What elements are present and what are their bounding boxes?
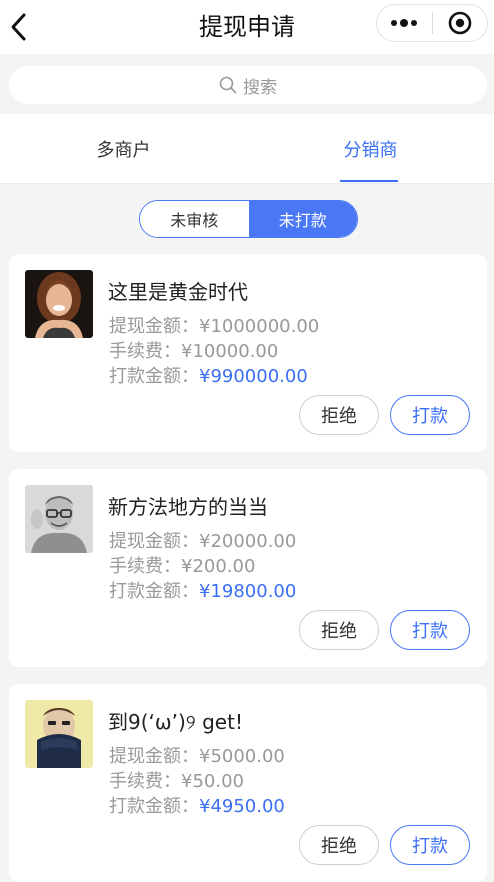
fee-label: 手续费： (109, 771, 181, 792)
withdrawal-card: 这里是黄金时代 提现金额：¥1000000.00 手续费：¥10000.00 打… (9, 254, 487, 452)
pay-button[interactable]: 打款 (390, 825, 470, 865)
tab-distributors[interactable]: 分销商 (247, 114, 494, 184)
pay-amount-label: 打款金额： (109, 581, 199, 602)
target-circle-icon (448, 11, 472, 35)
fee-value: ¥50.00 (181, 771, 244, 792)
record-name: 到9(‘ω’)୨ get! (108, 710, 243, 734)
amount-row: 提现金额：¥20000.00 (109, 527, 296, 553)
withdrawal-card: 到9(‘ω’)୨ get! 提现金额：¥5000.00 手续费：¥50.00 打… (9, 684, 487, 882)
search-icon (219, 76, 237, 94)
record-name: 新方法地方的当当 (108, 495, 268, 519)
more-dots-icon (391, 19, 418, 27)
tab-merchants[interactable]: 多商户 (0, 114, 247, 184)
amount-label: 提现金额： (109, 746, 199, 767)
pay-amount-value: ¥990000.00 (199, 366, 308, 387)
fee-row: 手续费：¥10000.00 (109, 337, 278, 363)
amount-label: 提现金额： (109, 316, 199, 337)
fee-value: ¥10000.00 (181, 341, 279, 362)
amount-value: ¥20000.00 (199, 531, 297, 552)
reject-button[interactable]: 拒绝 (299, 610, 379, 650)
filter-unreviewed[interactable]: 未审核 (140, 201, 249, 237)
pay-amount-value: ¥19800.00 (199, 581, 297, 602)
tab-bar: 多商户 分销商 (0, 114, 494, 184)
pay-button[interactable]: 打款 (390, 395, 470, 435)
capsule-menu (376, 4, 488, 42)
record-name: 这里是黄金时代 (108, 280, 248, 304)
reject-button[interactable]: 拒绝 (299, 825, 379, 865)
search-bar: 搜索 (0, 54, 494, 114)
amount-row: 提现金额：¥5000.00 (109, 742, 285, 768)
fee-value: ¥200.00 (181, 556, 256, 577)
pay-button[interactable]: 打款 (390, 610, 470, 650)
avatar (25, 270, 93, 338)
withdrawal-card: 新方法地方的当当 提现金额：¥20000.00 手续费：¥200.00 打款金额… (9, 469, 487, 667)
search-input[interactable]: 搜索 (9, 66, 487, 104)
navbar: 提现申请 (0, 0, 494, 54)
search-placeholder: 搜索 (243, 77, 277, 98)
back-button[interactable] (2, 9, 36, 45)
avatar (25, 485, 93, 553)
amount-label: 提现金额： (109, 531, 199, 552)
pay-amount-label: 打款金额： (109, 366, 199, 387)
avatar (25, 700, 93, 768)
amount-value: ¥1000000.00 (199, 316, 320, 337)
reject-button[interactable]: 拒绝 (299, 395, 379, 435)
fee-row: 手续费：¥50.00 (109, 767, 244, 793)
close-miniprogram-button[interactable] (432, 5, 487, 41)
pay-amount-row: 打款金额：¥990000.00 (109, 362, 308, 388)
fee-label: 手续费： (109, 556, 181, 577)
status-filter: 未审核 未打款 (139, 200, 358, 238)
pay-amount-row: 打款金额：¥4950.00 (109, 792, 285, 818)
amount-row: 提现金额：¥1000000.00 (109, 312, 319, 338)
pay-amount-value: ¥4950.00 (199, 796, 285, 817)
fee-label: 手续费： (109, 341, 181, 362)
chevron-left-icon (11, 13, 26, 41)
pay-amount-row: 打款金额：¥19800.00 (109, 577, 296, 603)
amount-value: ¥5000.00 (199, 746, 285, 767)
active-tab-indicator (340, 180, 398, 182)
filter-unpaid[interactable]: 未打款 (248, 201, 357, 237)
more-button[interactable] (377, 5, 432, 41)
pay-amount-label: 打款金额： (109, 796, 199, 817)
fee-row: 手续费：¥200.00 (109, 552, 255, 578)
